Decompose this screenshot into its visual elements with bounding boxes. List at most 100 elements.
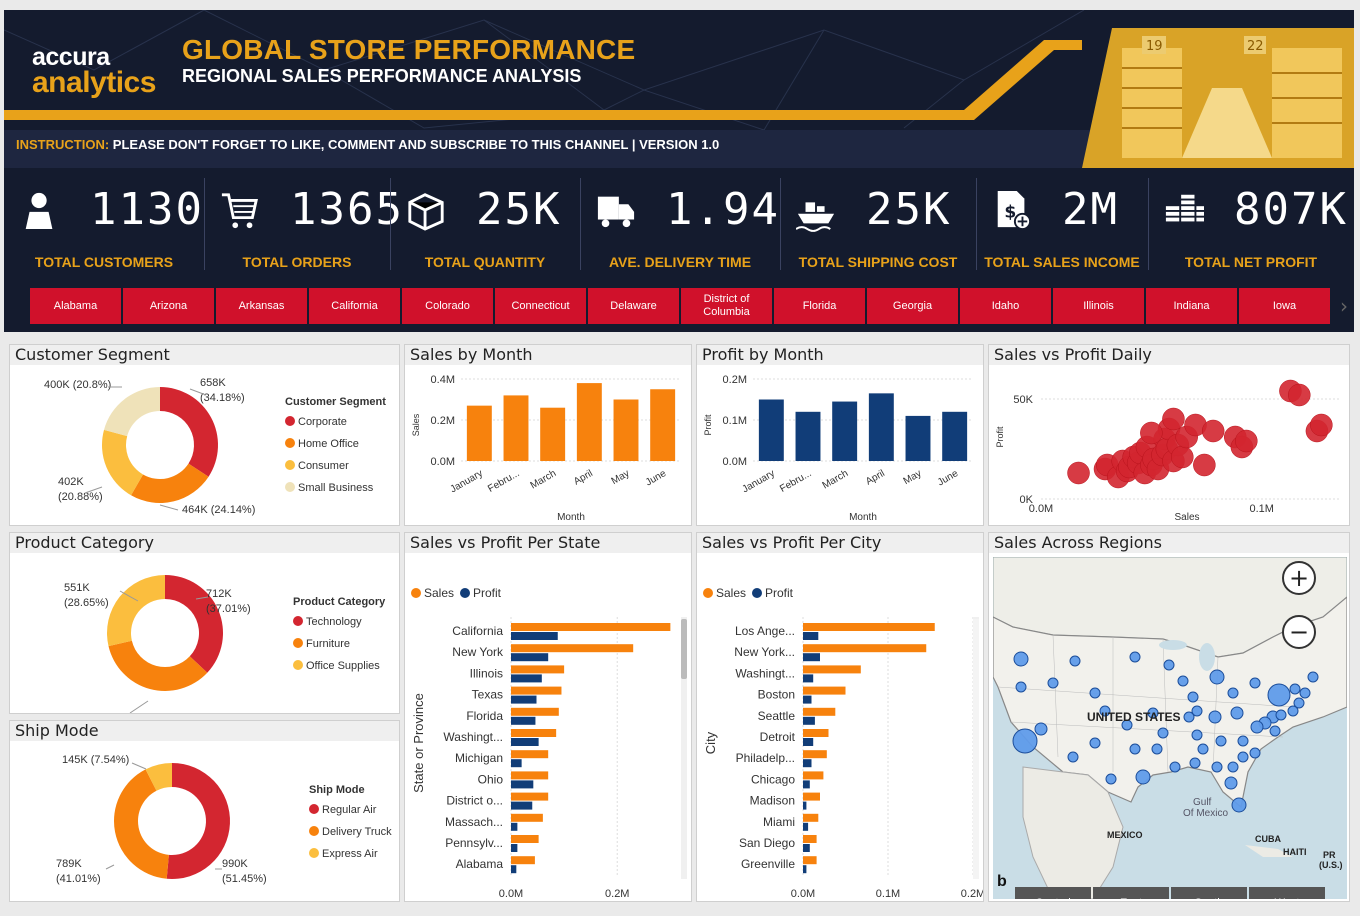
category-label: New York (452, 645, 504, 659)
scatter-point (1310, 413, 1333, 437)
map-label-us: (U.S.) (1319, 860, 1343, 870)
ship-icon (795, 188, 836, 232)
state-button-georgia[interactable]: Georgia (867, 288, 958, 324)
sales_by_month-chart: 0.0M 0.2M 0.4M January Febru... March April May… (411, 374, 681, 523)
state-button-indiana[interactable]: Indiana (1146, 288, 1237, 324)
dashboard-header: accura analytics GLOBAL STORE PERFORMANC… (4, 10, 1354, 168)
category-label: Miami (763, 815, 795, 829)
bar-june (942, 411, 968, 461)
bing-logo-icon: b (997, 873, 1007, 890)
kpi-value: 2M (1062, 184, 1119, 235)
bar-profit (511, 780, 534, 789)
x-tick-label: 0.0M (791, 888, 815, 900)
bar-sales (803, 856, 817, 865)
y-tick-label: 0.4M (431, 374, 455, 386)
map-bubble (1237, 751, 1249, 763)
state-button-arizona[interactable]: Arizona (123, 288, 214, 324)
ship-mode-title: Ship Mode (10, 721, 399, 741)
scatter-point (1067, 461, 1090, 485)
region-button-south[interactable]: South (1171, 887, 1247, 899)
map-bubble (1013, 651, 1029, 667)
map-bubble (1269, 725, 1281, 737)
state-button-florida[interactable]: Florida (774, 288, 865, 324)
aisle-sign-19: 19 (1146, 39, 1163, 54)
legend-marker-sales (703, 588, 713, 598)
map-bubble (1287, 705, 1299, 717)
map-label-of-mexico: Of Mexico (1183, 808, 1229, 819)
x-axis-title: Month (849, 512, 877, 523)
legend-marker (285, 482, 295, 492)
category-label: District o... (446, 794, 503, 808)
bar-june (650, 389, 676, 461)
us-map[interactable]: UNITED STATES Gulf Of Mexico MEXICO CUBA… (993, 557, 1347, 899)
state-button-colorado[interactable]: Colorado (402, 288, 493, 324)
map-zoom-in-button[interactable]: + (1282, 561, 1316, 595)
state-button-district-of-columbia[interactable]: District of Columbia (681, 288, 772, 324)
state-button-arkansas[interactable]: Arkansas (216, 288, 307, 324)
state-button-idaho[interactable]: Idaho (960, 288, 1051, 324)
bar-sales (803, 813, 819, 822)
bar-sales (511, 707, 559, 716)
map-bubble (1169, 761, 1181, 773)
map-bubble (1047, 677, 1059, 689)
kpi-value: 25K (476, 184, 562, 235)
state-button-iowa[interactable]: Iowa (1239, 288, 1330, 324)
ship_mode-legend-item: Regular Air (322, 804, 377, 816)
sales-across-regions-title: Sales Across Regions (989, 533, 1349, 553)
region-button-central[interactable]: Central (1015, 887, 1091, 899)
legend-item-sales: Sales (424, 586, 454, 600)
legend-marker (293, 660, 303, 670)
sales-vs-profit-city-panel: Sales vs Profit Per City Sales Profit 0.0M… (696, 532, 984, 902)
customer_segment-data-label: 402K (58, 476, 84, 488)
x-tick-label: April (864, 468, 887, 488)
map-bubble (1189, 757, 1201, 769)
customer_segment-data-label: 400K (20.8%) (44, 379, 111, 391)
bar-profit (803, 632, 819, 640)
product_category-data-label: (37.01%) (206, 603, 251, 615)
supermarket-aisle-image: 19 22 (1082, 28, 1354, 168)
legend-marker (309, 848, 319, 858)
x-tick-label: 0.2M (605, 888, 629, 900)
map-bubble (1215, 735, 1227, 747)
region-button-east[interactable]: East (1093, 887, 1169, 899)
map-zoom-out-button[interactable]: − (1282, 615, 1316, 649)
y-axis-title: City (703, 731, 718, 754)
x-tick-label: 0.0M (1029, 503, 1053, 515)
sales_vs_profit_city-chart: Sales Profit 0.0M 0.1M 0.2M Los Ange... New Yo… (703, 586, 983, 900)
bar-profit (803, 695, 812, 704)
sales-across-regions-panel: Sales Across Regions UNITED STATES Gulf … (988, 532, 1350, 902)
sales-vs-profit-state-title: Sales vs Profit Per State (405, 533, 691, 553)
state-slicer: Iowa Indiana Illinois Idaho Georgia Florida Di… (4, 280, 1354, 332)
product_category-data-label: (28.65%) (64, 597, 109, 609)
kpi-separator (390, 178, 391, 270)
bar-profit (511, 759, 522, 768)
map-bubble (1089, 737, 1101, 749)
bar-sales (511, 665, 565, 674)
bar-sales (511, 644, 634, 653)
kpi-value: 1.94 (666, 184, 780, 235)
kpi-separator (780, 178, 781, 270)
map-bubble (1307, 671, 1319, 683)
scrollbar-thumb[interactable] (681, 619, 687, 679)
scrollbar-thumb[interactable] (973, 619, 979, 879)
state-button-illinois[interactable]: Illinois (1053, 288, 1144, 324)
y-axis-title: Profit (703, 414, 713, 436)
state-button-california[interactable]: California (309, 288, 400, 324)
truck-icon (596, 188, 636, 232)
region-button-west[interactable]: West (1249, 887, 1325, 899)
slicer-next-chevron-icon[interactable]: › (1340, 294, 1348, 318)
bar-march (540, 407, 566, 461)
state-button-delaware[interactable]: Delaware (588, 288, 679, 324)
state-button-alabama[interactable]: Alabama (30, 288, 121, 324)
cart-icon (220, 188, 260, 232)
map-bubble (1267, 683, 1291, 707)
bar-sales (803, 771, 824, 780)
dashboard-subtitle: REGIONAL SALES PERFORMANCE ANALYSIS (182, 66, 582, 86)
product_category-legend-item: Office Supplies (306, 660, 380, 672)
bar-april (868, 393, 894, 461)
legend-marker (285, 438, 295, 448)
customer_segment-data-label: 464K (24.14%) (182, 504, 255, 516)
state-button-connecticut[interactable]: Connecticut (495, 288, 586, 324)
bar-sales (511, 771, 549, 780)
map-bubble (1187, 691, 1199, 703)
